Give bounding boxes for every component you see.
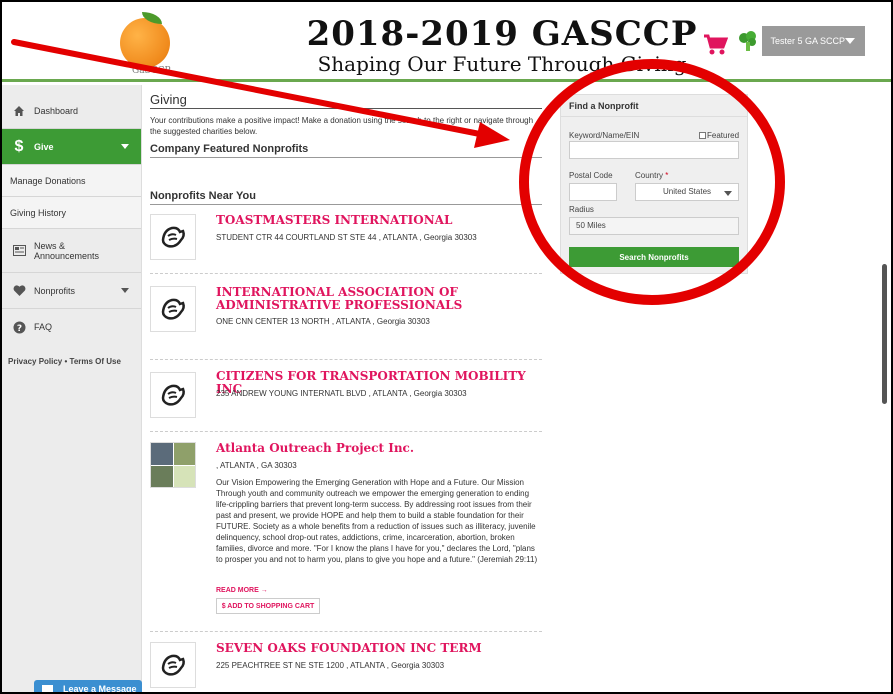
sidebar-item-label: Dashboard	[34, 105, 79, 116]
country-select[interactable]: United States	[635, 183, 739, 201]
sidebar-item-manage-donations[interactable]: Manage Donations	[2, 165, 141, 197]
country-label: Country *	[635, 171, 668, 180]
logo-text: GaSCCP	[132, 66, 171, 76]
radius-value: 50 Miles	[576, 221, 606, 230]
sidebar-item-dashboard[interactable]: Dashboard	[2, 93, 141, 129]
heart-icon	[12, 284, 26, 298]
sidebar-item-giving-history[interactable]: Giving History	[2, 197, 141, 229]
intro-text: Your contributions make a positive impac…	[150, 116, 534, 136]
logo[interactable]: GaSCCP	[112, 10, 192, 78]
chevron-down-icon	[845, 38, 855, 44]
required-marker: *	[665, 171, 669, 180]
radius-select[interactable]: 50 Miles	[569, 217, 739, 235]
helping-hand-icon	[150, 214, 196, 260]
postal-code-label: Postal Code	[569, 171, 613, 180]
org-address: ONE CNN CENTER 13 NORTH , ATLANTA , Geor…	[216, 317, 430, 326]
home-icon	[12, 104, 26, 118]
sidebar-item-faq[interactable]: ? FAQ	[2, 309, 141, 345]
list-item: SEVEN OAKS FOUNDATION INC TERM 225 PEACH…	[150, 642, 542, 692]
featured-section-title: Company Featured Nonprofits	[150, 143, 542, 158]
question-icon: ?	[12, 320, 26, 334]
search-nonprofits-button[interactable]: Search Nonprofits	[569, 247, 739, 267]
chevron-down-icon	[121, 144, 129, 149]
list-item: CITIZENS FOR TRANSPORTATION MOBILITY INC…	[150, 370, 542, 432]
privacy-policy-link[interactable]: Privacy Policy	[8, 357, 62, 366]
list-item: INTERNATIONAL ASSOCIATION OF ADMINISTRAT…	[150, 286, 542, 360]
broccoli-avatar-icon	[733, 26, 763, 56]
news-icon	[12, 244, 26, 258]
find-nonprofit-panel: Find a Nonprofit Keyword/Name/EIN Featur…	[560, 94, 748, 274]
user-menu[interactable]: Tester 5 GA SCCP	[733, 26, 865, 56]
sidebar-item-label: Manage Donations	[10, 175, 86, 186]
add-to-cart-button[interactable]: $ ADD TO SHOPPING CART	[216, 598, 320, 614]
main-content: Giving Your contributions make a positiv…	[150, 92, 542, 692]
page-header-title: 2018-2019 GASCCP	[306, 14, 698, 54]
radius-label: Radius	[569, 205, 594, 214]
footer-links: Privacy Policy • Terms Of Use	[2, 345, 141, 378]
org-name-link[interactable]: Atlanta Outreach Project Inc.	[216, 442, 540, 455]
list-item: Atlanta Outreach Project Inc. , ATLANTA …	[150, 442, 542, 632]
sidebar-item-label: Giving History	[10, 207, 67, 218]
org-description: Our Vision Empowering the Emerging Gener…	[216, 478, 538, 564]
sidebar-item-news[interactable]: News & Announcements	[2, 229, 141, 273]
helping-hand-icon	[150, 372, 196, 418]
sidebar-item-give[interactable]: $ Give	[2, 129, 141, 165]
postal-code-input[interactable]	[569, 183, 617, 201]
leave-message-button[interactable]: Leave a Message	[34, 680, 142, 694]
read-more-link[interactable]: READ MORE →	[216, 587, 268, 594]
screenshot-frame: GaSCCP 2018-2019 GASCCP Shaping Our Futu…	[0, 0, 893, 694]
sidebar-item-nonprofits[interactable]: Nonprofits	[2, 273, 141, 309]
org-name-link[interactable]: SEVEN OAKS FOUNDATION INC TERM	[216, 642, 540, 655]
list-item: TOASTMASTERS INTERNATIONAL STUDENT CTR 4…	[150, 214, 542, 274]
org-name-link[interactable]: TOASTMASTERS INTERNATIONAL	[216, 214, 540, 227]
terms-of-use-link[interactable]: Terms Of Use	[70, 357, 121, 366]
svg-text:?: ?	[16, 324, 21, 334]
orange-logo-icon	[120, 18, 170, 68]
envelope-icon	[42, 685, 53, 692]
featured-checkbox[interactable]: Featured	[699, 131, 739, 140]
dollar-icon: $	[14, 137, 24, 155]
page-title: Giving	[150, 92, 542, 109]
user-name: Tester 5 GA SCCP	[770, 36, 845, 46]
near-section-title: Nonprofits Near You	[150, 190, 542, 205]
org-address: STUDENT CTR 44 COURTLAND ST STE 44 , ATL…	[216, 233, 477, 242]
org-name-link[interactable]: INTERNATIONAL ASSOCIATION OF ADMINISTRAT…	[216, 286, 540, 312]
chevron-down-icon	[121, 288, 129, 293]
find-panel-title: Find a Nonprofit	[561, 95, 747, 117]
org-address: 235 ANDREW YOUNG INTERNATL BLVD , ATLANT…	[216, 389, 467, 398]
sidebar: Dashboard $ Give Manage Donations Giving…	[2, 85, 142, 692]
org-address: 225 PEACHTREE ST NE STE 1200 , ATLANTA ,…	[216, 661, 445, 670]
org-photo	[150, 442, 196, 488]
country-value: United States	[662, 187, 712, 196]
country-label-text: Country	[635, 171, 664, 180]
sidebar-item-label: Give	[34, 141, 54, 152]
featured-label: Featured	[707, 131, 740, 140]
helping-hand-icon	[150, 642, 196, 688]
keyword-input[interactable]	[569, 141, 739, 159]
keyword-label: Keyword/Name/EIN	[569, 131, 640, 140]
sidebar-item-label: Nonprofits	[34, 285, 76, 296]
leave-message-label: Leave a Message	[63, 684, 137, 694]
site-header: GaSCCP 2018-2019 GASCCP Shaping Our Futu…	[2, 2, 891, 82]
org-address: , ATLANTA , GA 30303	[216, 461, 297, 470]
sidebar-item-label: FAQ	[34, 322, 53, 332]
checkbox-icon	[699, 132, 706, 140]
shopping-cart-icon[interactable]	[702, 32, 728, 56]
chevron-down-icon	[724, 191, 732, 196]
page-header-subtitle: Shaping Our Future Through Giving	[317, 52, 687, 76]
helping-hand-icon	[150, 286, 196, 332]
sidebar-item-label: News & Announcements	[34, 240, 100, 261]
scrollbar[interactable]	[882, 264, 887, 404]
